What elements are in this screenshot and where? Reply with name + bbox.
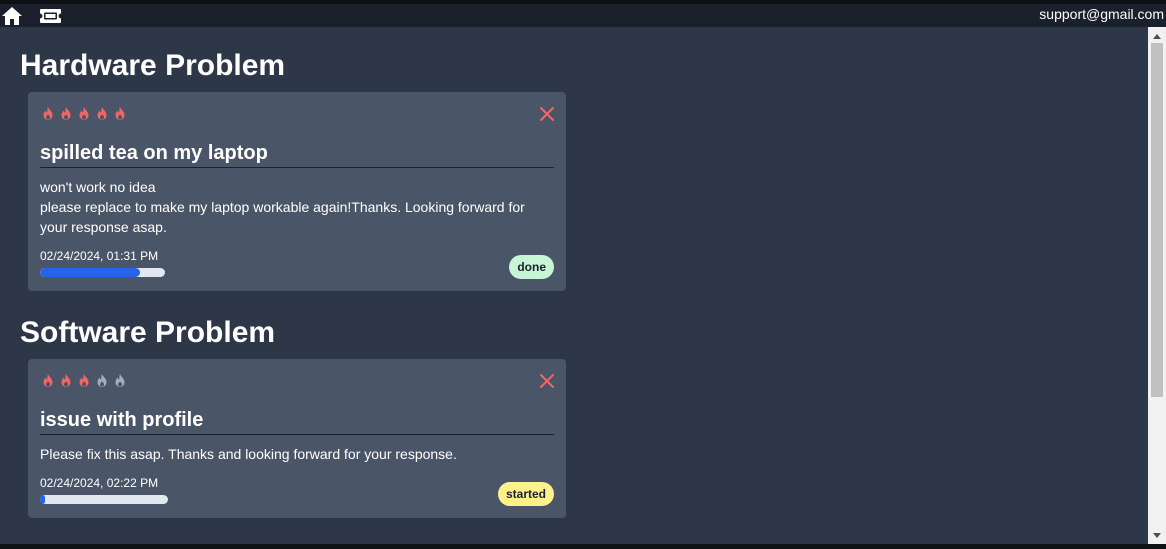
ticket-progress-bar <box>40 268 165 277</box>
flame-icon-active <box>61 107 71 120</box>
user-email-link[interactable]: support@gmail.com <box>1039 6 1164 22</box>
close-icon[interactable] <box>539 373 555 389</box>
flame-icon-inactive <box>115 374 125 387</box>
flame-icon-inactive <box>97 374 107 387</box>
flame-icon-active <box>43 107 53 120</box>
ticket-description: won't work no idea please replace to mak… <box>40 177 536 237</box>
flame-icon-active <box>79 374 89 387</box>
section-title-software: Software Problem <box>20 316 276 349</box>
scrollbar[interactable] <box>1148 27 1166 544</box>
flame-icon-active <box>61 374 71 387</box>
scroll-down-arrow-icon[interactable] <box>1148 528 1166 542</box>
ticket-title: spilled tea on my laptop <box>40 142 554 168</box>
status-badge: done <box>509 255 554 279</box>
ticket-progress-fill <box>40 268 140 277</box>
ticket-title: issue with profile <box>40 409 554 435</box>
status-badge: started <box>497 482 554 506</box>
close-icon[interactable] <box>539 106 555 122</box>
ticket-description-line: Please fix this asap. Thanks and looking… <box>40 446 457 462</box>
ticket-description-line: please replace to make my laptop workabl… <box>40 199 525 235</box>
section-title-hardware: Hardware Problem <box>20 49 286 82</box>
flame-icon-active <box>97 107 107 120</box>
ticket-date: 02/24/2024, 02:22 PM <box>40 476 159 490</box>
scrollbar-thumb[interactable] <box>1151 43 1163 397</box>
scroll-up-arrow-icon[interactable] <box>1148 29 1166 43</box>
navbar: support@gmail.com <box>0 4 1166 27</box>
window-bottom-edge <box>0 544 1166 549</box>
home-icon[interactable] <box>0 5 24 27</box>
ticket-description-line: won't work no idea <box>40 179 156 195</box>
main-content: Hardware Problem spilled tea on my lapto… <box>0 27 1148 544</box>
ticket-date: 02/24/2024, 01:31 PM <box>40 249 159 263</box>
priority-indicator <box>40 373 128 389</box>
priority-indicator <box>40 106 128 122</box>
ticket-progress-bar <box>40 495 168 504</box>
flame-icon-active <box>115 107 125 120</box>
ticket-icon[interactable] <box>38 6 62 26</box>
flame-icon-active <box>79 107 89 120</box>
flame-icon-active <box>43 374 53 387</box>
ticket-description: Please fix this asap. Thanks and looking… <box>40 444 536 464</box>
ticket-card: issue with profile Please fix this asap.… <box>28 359 566 518</box>
ticket-card: spilled tea on my laptop won't work no i… <box>28 92 566 291</box>
ticket-progress-fill <box>40 495 46 504</box>
